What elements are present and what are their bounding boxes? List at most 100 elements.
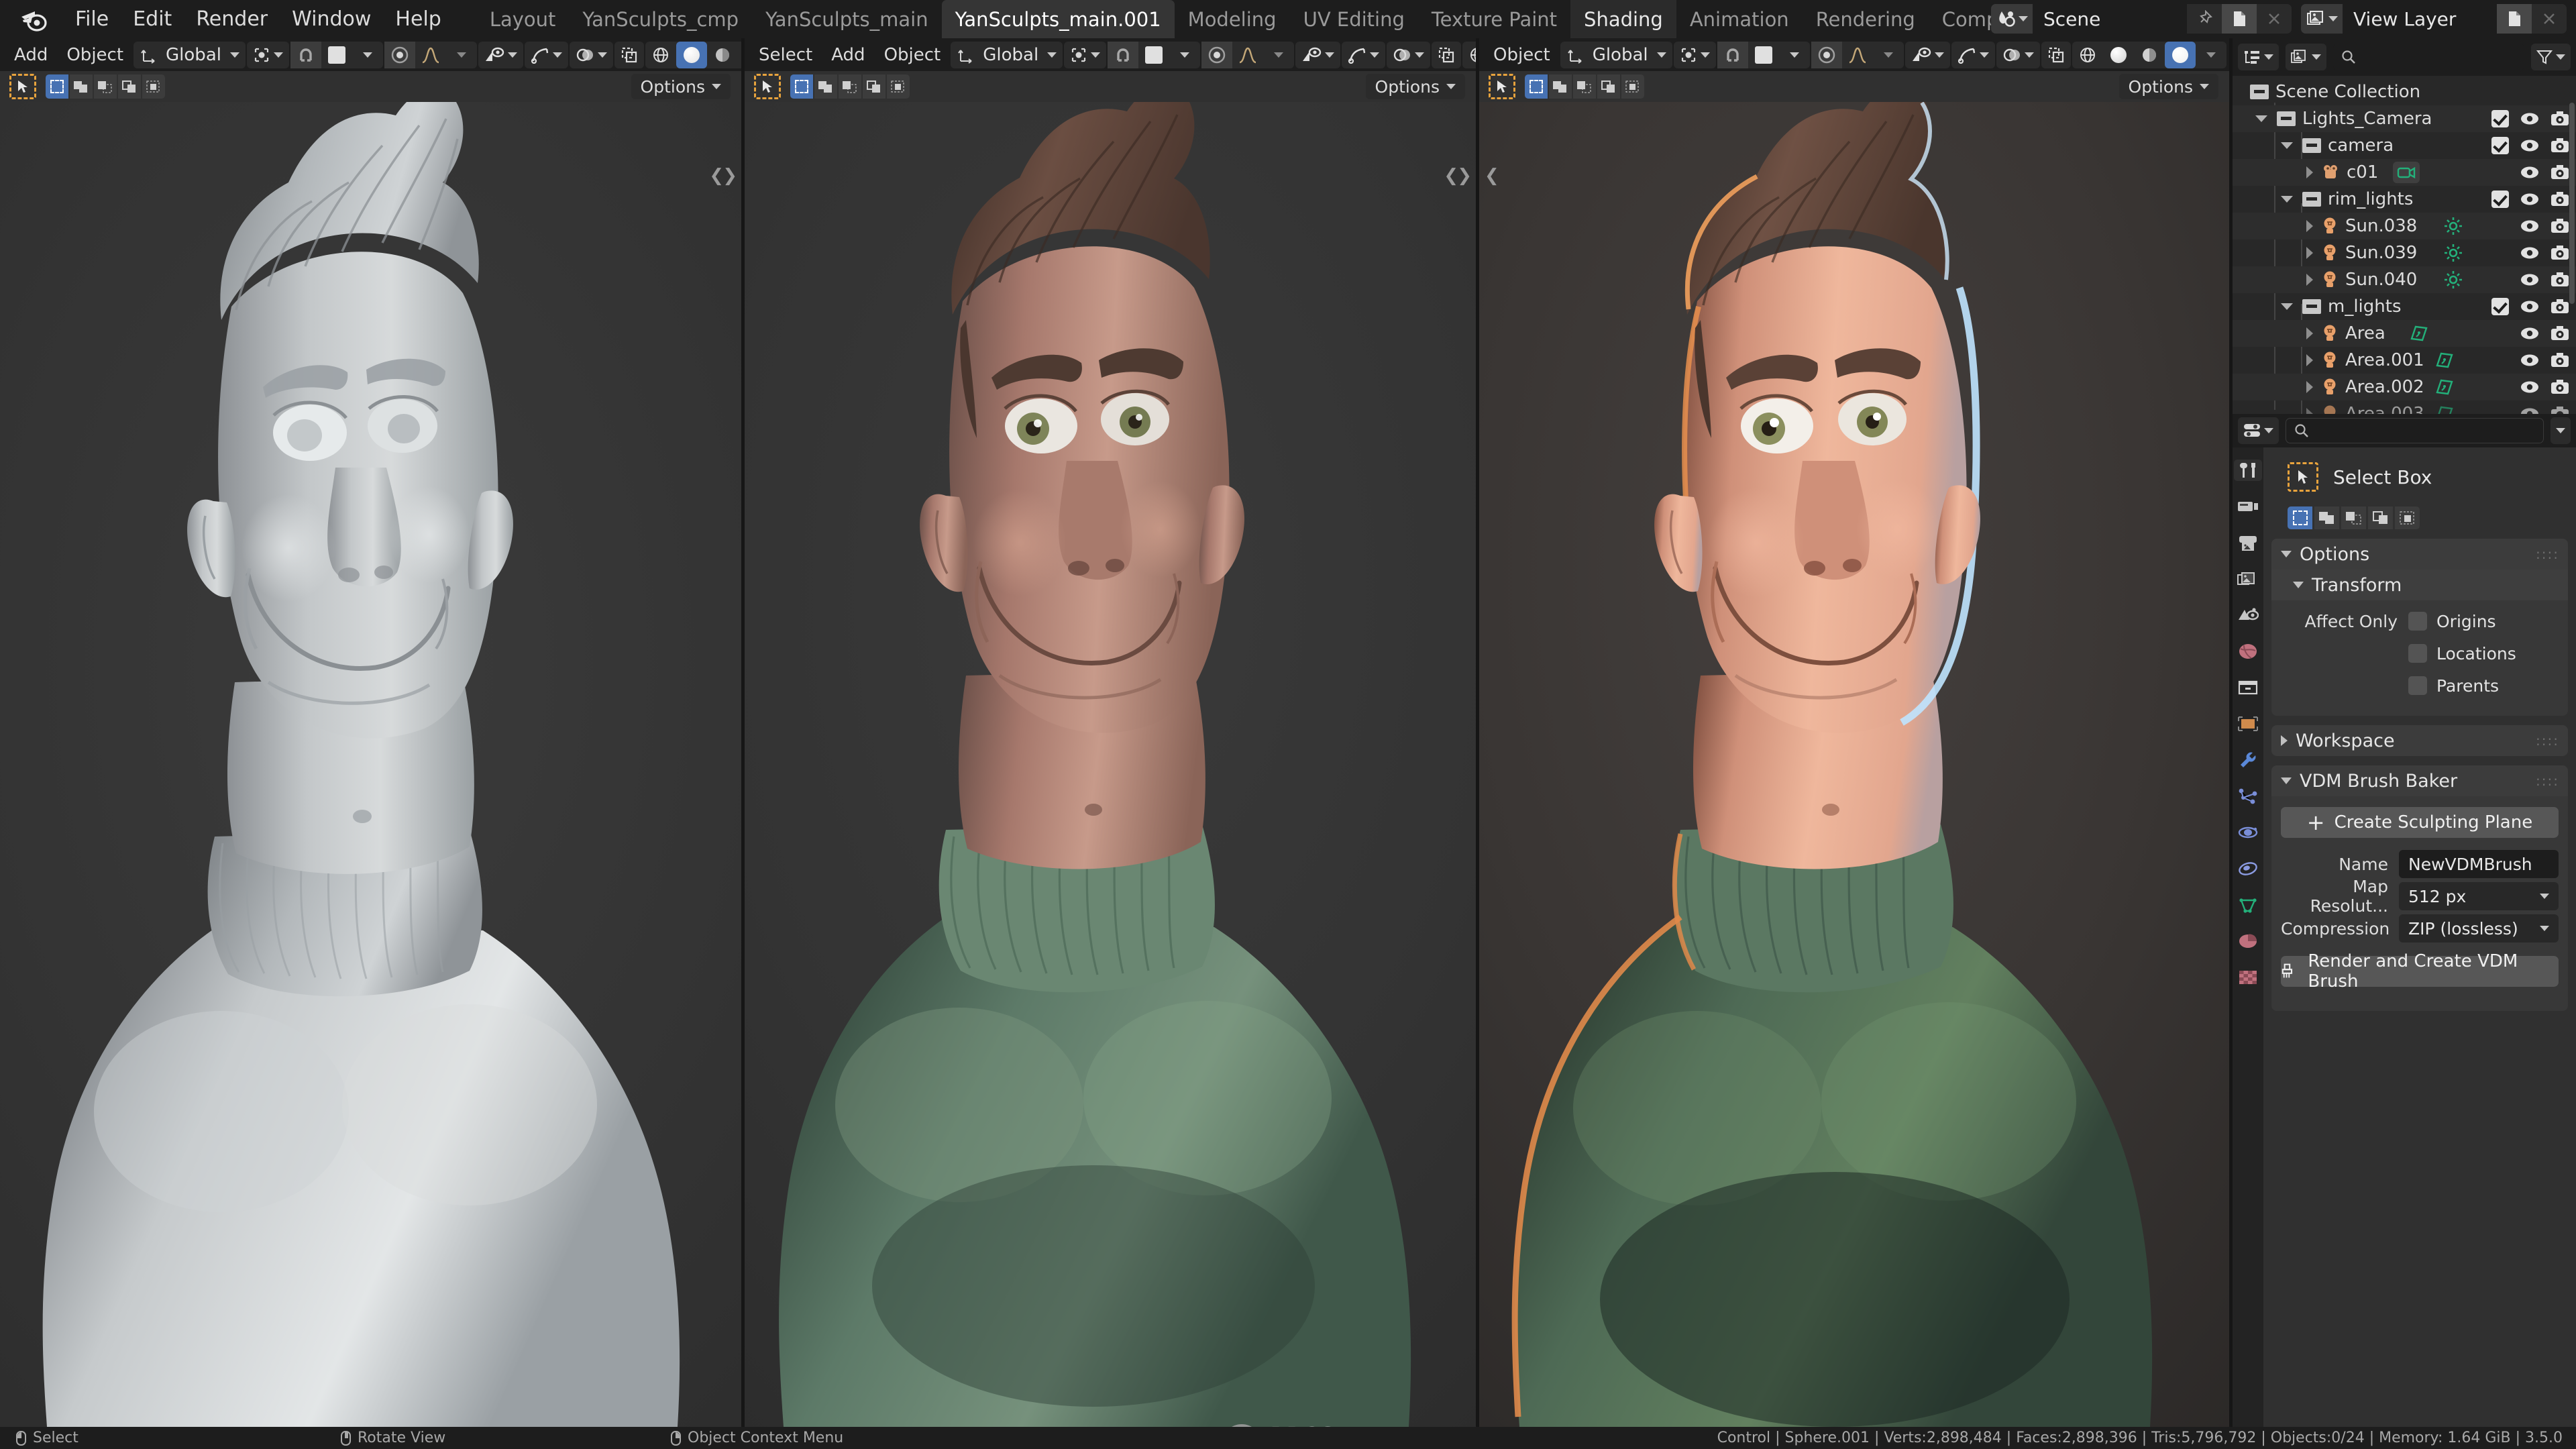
- snap-target-icon[interactable]: [1138, 42, 1169, 68]
- eye-icon[interactable]: [2520, 111, 2540, 126]
- shading-chevron-icon[interactable]: [738, 42, 741, 68]
- eye-icon[interactable]: [2520, 219, 2540, 233]
- select-invert-icon[interactable]: [118, 74, 141, 99]
- outliner-display-mode-icon[interactable]: [2238, 44, 2279, 70]
- area-light-data-icon[interactable]: [2435, 378, 2454, 396]
- viewport-3[interactable]: ❮ Object Global: [1479, 38, 2229, 1427]
- shading-solid-icon[interactable]: [2103, 42, 2134, 68]
- properties-tab-material[interactable]: [2237, 930, 2259, 952]
- select-intersect-icon[interactable]: [1621, 74, 1644, 99]
- falloff-chevron-icon[interactable]: [1263, 42, 1294, 68]
- camera-icon[interactable]: [2551, 164, 2569, 180]
- disclosure-triangle-icon[interactable]: [2281, 142, 2293, 149]
- disclosure-triangle-icon[interactable]: [2306, 381, 2313, 393]
- eye-icon[interactable]: [2520, 138, 2540, 153]
- viewport-2-menu-select[interactable]: Select: [750, 42, 821, 68]
- outliner-row-sun-039[interactable]: Sun.039: [2233, 239, 2576, 266]
- outliner-scrollbar[interactable]: [2569, 103, 2575, 304]
- outliner-row-area-002[interactable]: Area.002: [2233, 374, 2576, 400]
- new-view-layer-icon[interactable]: [2497, 4, 2532, 34]
- viewport-2-xray-toggle[interactable]: [1432, 42, 1461, 68]
- properties-tab-output[interactable]: [2237, 532, 2259, 553]
- viewport-1-menu-object[interactable]: Object: [58, 42, 132, 68]
- viewport-1-snapping-group[interactable]: [290, 42, 383, 68]
- viewport-3-toolbar-toggle[interactable]: ❮: [1485, 166, 1498, 186]
- select-subtract-icon[interactable]: [839, 74, 861, 99]
- disclosure-triangle-icon[interactable]: [2306, 408, 2313, 414]
- workspace-tab-yansculpts-cmp[interactable]: YanSculpts_cmp: [569, 0, 752, 38]
- shading-wireframe-icon[interactable]: [2072, 42, 2103, 68]
- eye-icon[interactable]: [2520, 299, 2540, 314]
- select-set-icon[interactable]: [46, 74, 68, 99]
- render-and-create-vdm-brush-button[interactable]: Render and Create VDM Brush: [2281, 956, 2559, 987]
- snap-dropdown-chevron-icon[interactable]: [1169, 42, 1200, 68]
- select-invert-icon[interactable]: [2368, 506, 2393, 529]
- sun-light-data-icon[interactable]: [2444, 270, 2463, 289]
- remove-view-layer-icon[interactable]: [2532, 4, 2567, 34]
- viewport-3-gizmo-toggle[interactable]: [1951, 42, 1995, 68]
- viewport-2-transform-orientation[interactable]: Global: [951, 42, 1063, 68]
- camera-icon[interactable]: [2551, 325, 2569, 341]
- select-invert-icon[interactable]: [1597, 74, 1620, 99]
- outliner-row-area[interactable]: Area: [2233, 320, 2576, 347]
- viewport-1-gizmo-toggle[interactable]: [525, 42, 568, 68]
- select-extend-icon[interactable]: [2314, 506, 2339, 529]
- select-intersect-icon[interactable]: [142, 74, 165, 99]
- select-extend-icon[interactable]: [814, 74, 837, 99]
- parents-checkbox[interactable]: [2408, 676, 2427, 695]
- camera-icon[interactable]: [2551, 111, 2569, 127]
- pivot-point-icon[interactable]: [247, 42, 289, 68]
- viewport-2-proportional-group[interactable]: [1201, 42, 1294, 68]
- menu-file[interactable]: File: [63, 6, 121, 33]
- magnet-icon[interactable]: [1108, 42, 1138, 68]
- outliner-tree[interactable]: Scene Collection Lights_Camera: [2233, 76, 2576, 414]
- properties-search-input[interactable]: [2286, 418, 2544, 443]
- viewport-3-canvas[interactable]: [1479, 38, 2229, 1427]
- select-box-tool-icon[interactable]: [9, 74, 36, 99]
- viewport-1-proportional-group[interactable]: [384, 42, 477, 68]
- magnet-icon[interactable]: [290, 42, 321, 68]
- viewport-1-shading-modes[interactable]: [645, 42, 741, 68]
- eye-icon[interactable]: [2520, 407, 2540, 414]
- shading-wireframe-icon[interactable]: [1462, 42, 1476, 68]
- properties-options-chevron-icon[interactable]: [2551, 417, 2571, 444]
- viewport-2-visibility-toggle[interactable]: [1295, 42, 1340, 68]
- workspace-tab-texture-paint[interactable]: Texture Paint: [1418, 0, 1570, 38]
- outliner-row-lights-camera[interactable]: Lights_Camera: [2233, 105, 2576, 132]
- disclosure-triangle-icon[interactable]: [2306, 327, 2313, 339]
- exclude-checkbox[interactable]: [2491, 298, 2509, 315]
- viewport-1-overlays-toggle[interactable]: [570, 42, 613, 68]
- vdm-map-resolution-dropdown[interactable]: 512 px: [2399, 882, 2559, 910]
- eye-icon[interactable]: [2520, 380, 2540, 394]
- viewport-3-snapping-group[interactable]: [1717, 42, 1810, 68]
- workspace-tab-uv-editing[interactable]: UV Editing: [1290, 0, 1418, 38]
- disclosure-triangle-icon[interactable]: [2306, 166, 2313, 178]
- disclosure-triangle-icon[interactable]: [2255, 115, 2267, 122]
- select-box-tool-icon[interactable]: [754, 74, 781, 99]
- eye-icon[interactable]: [2520, 353, 2540, 368]
- locations-checkbox[interactable]: [2408, 644, 2427, 663]
- sun-light-data-icon[interactable]: [2444, 217, 2463, 235]
- properties-tab-data[interactable]: [2237, 894, 2259, 916]
- viewport-2-shading-modes[interactable]: [1462, 42, 1476, 68]
- viewport-2-snapping-group[interactable]: [1108, 42, 1200, 68]
- vdm-compression-dropdown[interactable]: ZIP (lossless): [2399, 914, 2559, 943]
- disclosure-triangle-icon[interactable]: [2281, 196, 2293, 203]
- pin-icon[interactable]: [2187, 4, 2222, 34]
- sun-light-data-icon[interactable]: [2444, 244, 2463, 262]
- eye-icon[interactable]: [2520, 272, 2540, 287]
- menu-render[interactable]: Render: [184, 6, 280, 33]
- select-extend-icon[interactable]: [1549, 74, 1572, 99]
- outliner-row-sun-038[interactable]: Sun.038: [2233, 213, 2576, 239]
- properties-tab-object[interactable]: [2237, 713, 2259, 735]
- properties-tab-render[interactable]: [2237, 496, 2259, 517]
- select-intersect-icon[interactable]: [887, 74, 910, 99]
- outliner-row-camera[interactable]: camera: [2233, 132, 2576, 159]
- view-layer-icon[interactable]: [2301, 4, 2343, 34]
- pivot-point-icon[interactable]: [1064, 42, 1106, 68]
- area-light-data-icon[interactable]: [2435, 351, 2454, 370]
- viewport-3-shading-modes[interactable]: [2072, 42, 2226, 68]
- workspace-panel-header[interactable]: Workspace ::::: [2271, 725, 2568, 756]
- properties-tab-scene[interactable]: [2237, 604, 2259, 626]
- scene-icon[interactable]: [1991, 4, 2033, 34]
